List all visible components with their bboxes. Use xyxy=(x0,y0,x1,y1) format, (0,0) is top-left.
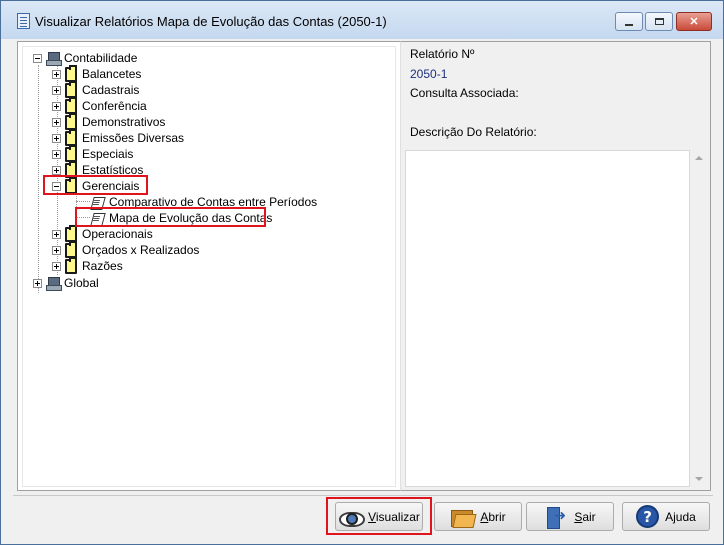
expand-icon[interactable] xyxy=(52,133,61,143)
expand-icon[interactable] xyxy=(52,85,61,95)
tree-node-label: Emissões Diversas xyxy=(82,131,185,145)
tree-node-label: Cadastrais xyxy=(82,83,140,97)
expand-icon[interactable] xyxy=(52,117,61,127)
description-textbox[interactable] xyxy=(405,150,690,487)
scroll-up-icon[interactable] xyxy=(695,156,703,160)
help-icon: ? xyxy=(636,505,660,528)
expand-icon[interactable] xyxy=(52,229,61,239)
highlight-mapa-evolucao xyxy=(75,207,266,227)
folder-icon xyxy=(65,64,77,82)
folder-icon xyxy=(65,128,77,146)
maximize-icon xyxy=(654,18,664,25)
description-scrollbar[interactable] xyxy=(690,150,707,487)
collapse-icon[interactable] xyxy=(33,53,42,63)
button-bar: Visualizar Abrir Sair ? Ajuda xyxy=(13,495,713,535)
tree-node-label: Balancetes xyxy=(82,67,142,81)
tree-node-conferencia[interactable]: Conferência xyxy=(52,96,147,114)
highlight-gerenciais xyxy=(43,175,148,195)
window-title: Visualizar Relatórios Mapa de Evolução d… xyxy=(35,14,387,29)
scroll-down-icon[interactable] xyxy=(695,477,703,481)
report-number-value: 2050-1 xyxy=(410,67,448,81)
tree-node-label: Especiais xyxy=(82,147,134,161)
folder-icon xyxy=(65,224,77,242)
folder-open-icon xyxy=(450,506,474,528)
tree-node-global[interactable]: Global xyxy=(33,275,99,291)
folder-icon xyxy=(65,112,77,130)
app-icon xyxy=(17,13,30,29)
maximize-button[interactable] xyxy=(645,12,673,31)
tree-node-operacionais[interactable]: Operacionais xyxy=(52,224,153,242)
linked-query-label: Consulta Associada: xyxy=(410,86,519,100)
tree-node-label: Operacionais xyxy=(82,227,153,241)
report-viewer-window: Visualizar Relatórios Mapa de Evolução d… xyxy=(0,0,724,545)
close-icon: ✕ xyxy=(689,16,699,28)
sair-button[interactable]: Sair xyxy=(526,502,614,531)
tree-node-razoes[interactable]: Razões xyxy=(52,256,123,274)
expand-icon[interactable] xyxy=(52,149,61,159)
expand-icon[interactable] xyxy=(52,165,61,175)
tree-node-label: Global xyxy=(64,276,99,290)
report-number-label: Relatório Nº xyxy=(410,47,475,61)
close-button[interactable]: ✕ xyxy=(676,12,712,31)
tree-guide-line xyxy=(38,65,39,293)
expand-icon[interactable] xyxy=(52,69,61,79)
expand-icon[interactable] xyxy=(52,101,61,111)
expand-icon[interactable] xyxy=(52,261,61,271)
tree-node-label: Orçados x Realizados xyxy=(82,243,200,257)
computer-icon xyxy=(46,51,62,66)
ajuda-label: Ajuda xyxy=(665,509,696,524)
report-info-panel: Relatório Nº 2050-1 Consulta Associada: … xyxy=(401,41,711,491)
folder-icon xyxy=(65,256,77,274)
tree-node-contabilidade[interactable]: Contabilidade xyxy=(33,50,137,66)
sair-label: Sair xyxy=(574,509,596,524)
tree-node-especiais[interactable]: Especiais xyxy=(52,144,134,162)
ajuda-button[interactable]: ? Ajuda xyxy=(622,502,710,531)
tree-node-label: Contabilidade xyxy=(64,51,138,65)
tree-node-balancetes[interactable]: Balancetes xyxy=(52,64,142,82)
highlight-visualizar xyxy=(326,497,432,535)
computer-icon xyxy=(46,276,62,291)
folder-icon xyxy=(65,80,77,98)
tree-guide-line xyxy=(76,201,90,202)
expand-icon[interactable] xyxy=(33,278,42,288)
folder-icon xyxy=(65,240,77,258)
tree-node-label: Conferência xyxy=(82,99,147,113)
abrir-button[interactable]: Abrir xyxy=(434,502,522,531)
folder-icon xyxy=(65,144,77,162)
minimize-icon xyxy=(625,23,633,26)
description-label: Descrição Do Relatório: xyxy=(410,125,537,139)
tree-node-label: Demonstrativos xyxy=(82,115,166,129)
report-tree[interactable]: Contabilidade Balancetes Cadastrais Conf… xyxy=(22,46,396,487)
exit-icon xyxy=(544,506,568,529)
expand-icon[interactable] xyxy=(52,245,61,255)
tree-node-cadastrais[interactable]: Cadastrais xyxy=(52,80,140,98)
tree-node-label: Razões xyxy=(82,259,123,273)
title-bar[interactable]: Visualizar Relatórios Mapa de Evolução d… xyxy=(1,1,723,39)
folder-icon xyxy=(65,96,77,114)
minimize-button[interactable] xyxy=(615,12,643,31)
abrir-label: Abrir xyxy=(480,509,506,524)
report-tree-panel: Contabilidade Balancetes Cadastrais Conf… xyxy=(17,41,401,491)
